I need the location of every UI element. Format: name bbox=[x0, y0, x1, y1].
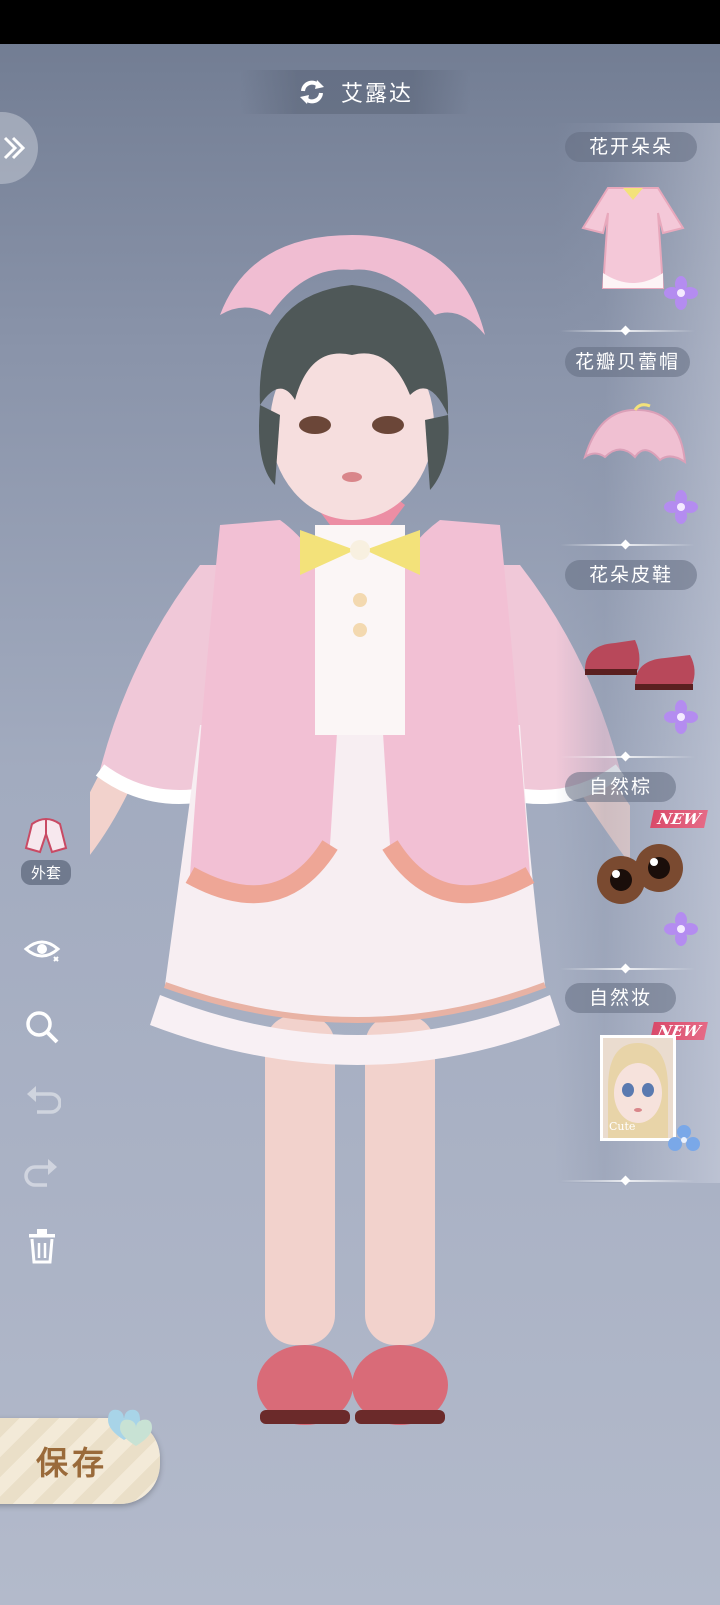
item-name: 自然棕 bbox=[565, 772, 677, 802]
item-name: 花瓣贝蕾帽 bbox=[565, 347, 691, 377]
blue-flower-rarity-icon bbox=[668, 1125, 700, 1151]
undo-icon bbox=[27, 1086, 61, 1114]
toggle-visibility-button[interactable] bbox=[18, 925, 66, 973]
item-divider bbox=[560, 1180, 695, 1182]
outerwear-category-button[interactable]: 外套 bbox=[14, 814, 78, 885]
item-divider bbox=[560, 756, 695, 758]
item-divider bbox=[560, 968, 695, 970]
item-name: 花朵皮鞋 bbox=[565, 560, 698, 590]
purple-flower-rarity-icon bbox=[664, 912, 698, 946]
item-dress[interactable]: 花开朵朵 bbox=[565, 132, 715, 162]
eye-icon bbox=[23, 940, 61, 962]
item-divider bbox=[560, 544, 695, 546]
thumbnail-caption: Cute bbox=[609, 1120, 636, 1133]
petal-hat-thumbnail-icon bbox=[583, 403, 687, 465]
delete-button[interactable] bbox=[18, 1222, 66, 1270]
item-shoes[interactable]: 花朵皮鞋 bbox=[565, 560, 715, 590]
item-name: 花开朵朵 bbox=[565, 132, 698, 162]
item-makeup[interactable]: 自然妆 bbox=[565, 983, 715, 1013]
new-badge: NEW bbox=[650, 810, 708, 828]
item-eyes[interactable]: 自然棕 bbox=[565, 772, 715, 802]
purple-flower-rarity-icon bbox=[664, 490, 698, 524]
outerwear-label: 外套 bbox=[20, 860, 71, 885]
jacket-icon bbox=[24, 818, 68, 854]
switch-character-icon[interactable] bbox=[297, 77, 327, 107]
item-name: 自然妆 bbox=[565, 983, 677, 1013]
item-hat[interactable]: 花瓣贝蕾帽 bbox=[565, 347, 715, 377]
status-bar bbox=[0, 0, 720, 44]
double-chevron-right-icon bbox=[3, 136, 26, 160]
trash-icon bbox=[29, 1229, 55, 1264]
save-button[interactable]: 保存 bbox=[0, 1409, 160, 1504]
character-name: 艾露达 bbox=[340, 82, 413, 107]
redo-button[interactable] bbox=[18, 1150, 66, 1198]
purple-flower-rarity-icon bbox=[664, 700, 698, 734]
zoom-button[interactable] bbox=[18, 1003, 66, 1051]
redo-icon bbox=[24, 1159, 57, 1187]
expand-menu-button[interactable] bbox=[0, 112, 38, 184]
shoes-thumbnail-icon bbox=[585, 640, 695, 690]
character-model[interactable] bbox=[90, 225, 630, 1465]
item-divider bbox=[560, 330, 695, 332]
magnifier-icon bbox=[26, 1011, 59, 1044]
undo-button[interactable] bbox=[18, 1077, 66, 1125]
character-name-bar[interactable]: 艾露达 bbox=[240, 70, 470, 114]
brown-eyes-thumbnail-icon bbox=[597, 844, 683, 904]
purple-flower-rarity-icon bbox=[664, 276, 698, 310]
heart-decoration-icon bbox=[108, 1409, 152, 1446]
